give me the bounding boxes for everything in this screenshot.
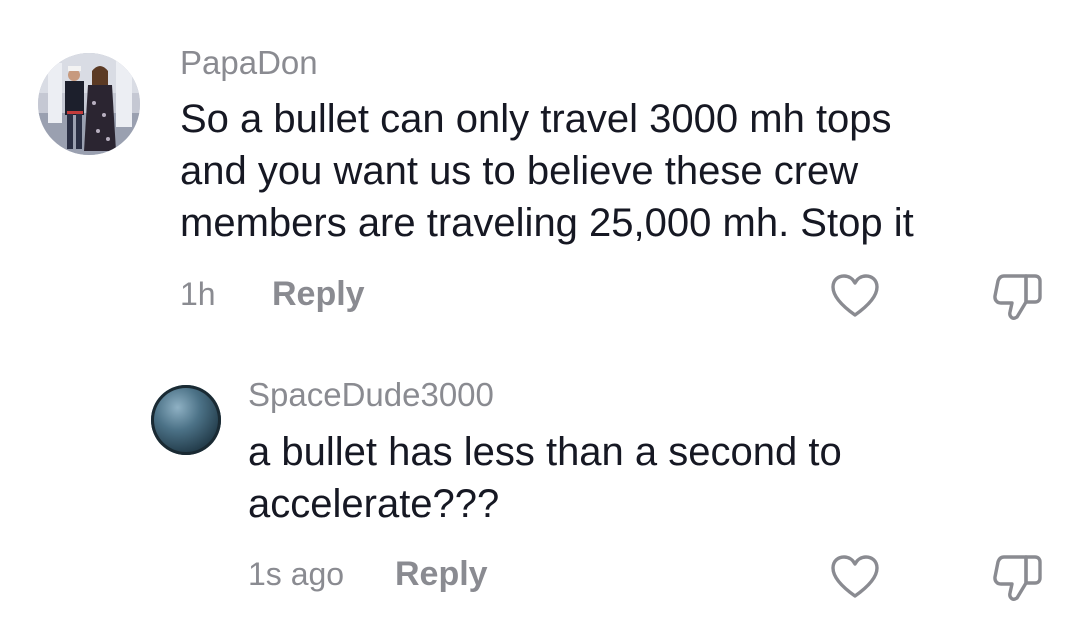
- comment-timestamp: 1s ago: [248, 556, 345, 592]
- comment-username[interactable]: SpaceDude3000: [248, 376, 494, 414]
- reply-button[interactable]: Reply: [395, 555, 488, 594]
- thumbs-down-icon[interactable]: [993, 272, 1043, 322]
- heart-outline-icon[interactable]: [830, 274, 880, 318]
- avatar[interactable]: [151, 385, 221, 455]
- comment-text-line: members are traveling 25,000 mh. Stop it: [180, 201, 914, 245]
- comment-text-line: and you want us to believe these crew: [180, 149, 859, 193]
- avatar[interactable]: [38, 53, 140, 155]
- comment-text: So a bullet can only travel 3000 mh tops…: [180, 93, 1030, 249]
- comment: SpaceDude3000 a bullet has less than a s…: [0, 340, 1080, 629]
- comment-text-line: a bullet has less than a second to: [248, 430, 842, 474]
- comment: PapaDon So a bullet can only travel 3000…: [0, 0, 1080, 340]
- thumbs-down-icon[interactable]: [993, 553, 1043, 603]
- comment-text-line: So a bullet can only travel 3000 mh tops: [180, 97, 892, 141]
- reply-button[interactable]: Reply: [272, 275, 365, 314]
- comment-timestamp: 1h: [180, 276, 216, 312]
- comment-username[interactable]: PapaDon: [180, 44, 318, 82]
- comment-text: a bullet has less than a second to accel…: [248, 426, 948, 530]
- heart-outline-icon[interactable]: [830, 555, 880, 599]
- comment-text-line: accelerate???: [248, 482, 500, 526]
